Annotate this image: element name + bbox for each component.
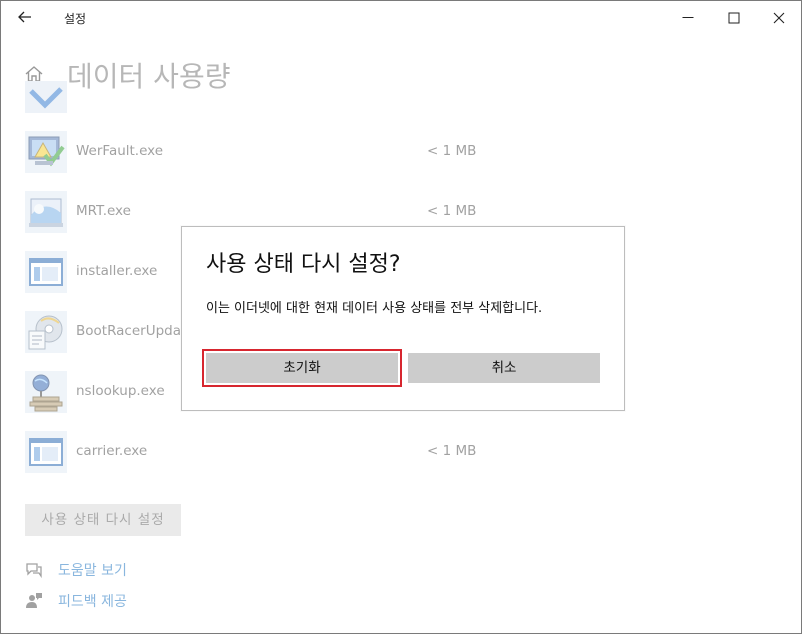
maximize-icon (728, 12, 740, 24)
partial-app-icon (25, 81, 67, 113)
app-name: MRT.exe (76, 203, 131, 219)
close-icon (773, 12, 785, 24)
window-app-icon (25, 431, 67, 473)
feedback-link-label: 피드백 제공 (58, 594, 127, 610)
back-button[interactable] (11, 5, 39, 29)
app-name: WerFault.exe (76, 143, 164, 159)
bootracer-icon (25, 311, 67, 353)
dialog-message: 이는 이더넷에 대한 현재 데이터 사용 상태를 전부 삭제합니다. (206, 301, 543, 316)
app-row: WerFault.exe < 1 MB (25, 131, 785, 173)
maximize-button[interactable] (711, 1, 757, 35)
window-app-icon (25, 251, 67, 293)
cancel-button[interactable]: 취소 (408, 353, 600, 383)
app-size: < 1 MB (427, 203, 477, 219)
feedback-person-icon (26, 593, 42, 608)
dialog-title: 사용 상태 다시 설정? (206, 252, 401, 277)
werfault-icon (25, 131, 67, 173)
reset-confirm-button[interactable]: 초기화 (202, 349, 402, 387)
back-arrow-icon (18, 11, 31, 23)
app-row (25, 81, 785, 113)
app-name: carrier.exe (76, 443, 148, 459)
help-chat-icon (26, 563, 42, 579)
minimize-icon (682, 17, 694, 18)
close-button[interactable] (756, 1, 801, 35)
reset-usage-button[interactable]: 사용 상태 다시 설정 (25, 504, 181, 536)
app-size: < 1 MB (427, 443, 477, 459)
app-size: < 1 MB (427, 143, 477, 159)
nslookup-icon (25, 371, 67, 413)
help-link-label: 도움말 보기 (58, 563, 127, 579)
settings-window: 설정 데이터 사용량 WerFault.exe < 1 MB MRT.exe < (0, 0, 802, 634)
app-name: BootRacerUpdate (76, 323, 195, 339)
window-title: 설정 (64, 12, 87, 26)
app-name: nslookup.exe (76, 383, 165, 399)
app-name: installer.exe (76, 263, 158, 279)
app-row: carrier.exe < 1 MB (25, 431, 785, 473)
mrt-icon (25, 191, 67, 233)
title-bar: 설정 (1, 1, 801, 35)
minimize-button[interactable] (665, 1, 711, 35)
reset-dialog: 사용 상태 다시 설정? 이는 이더넷에 대한 현재 데이터 사용 상태를 전부… (181, 226, 625, 411)
